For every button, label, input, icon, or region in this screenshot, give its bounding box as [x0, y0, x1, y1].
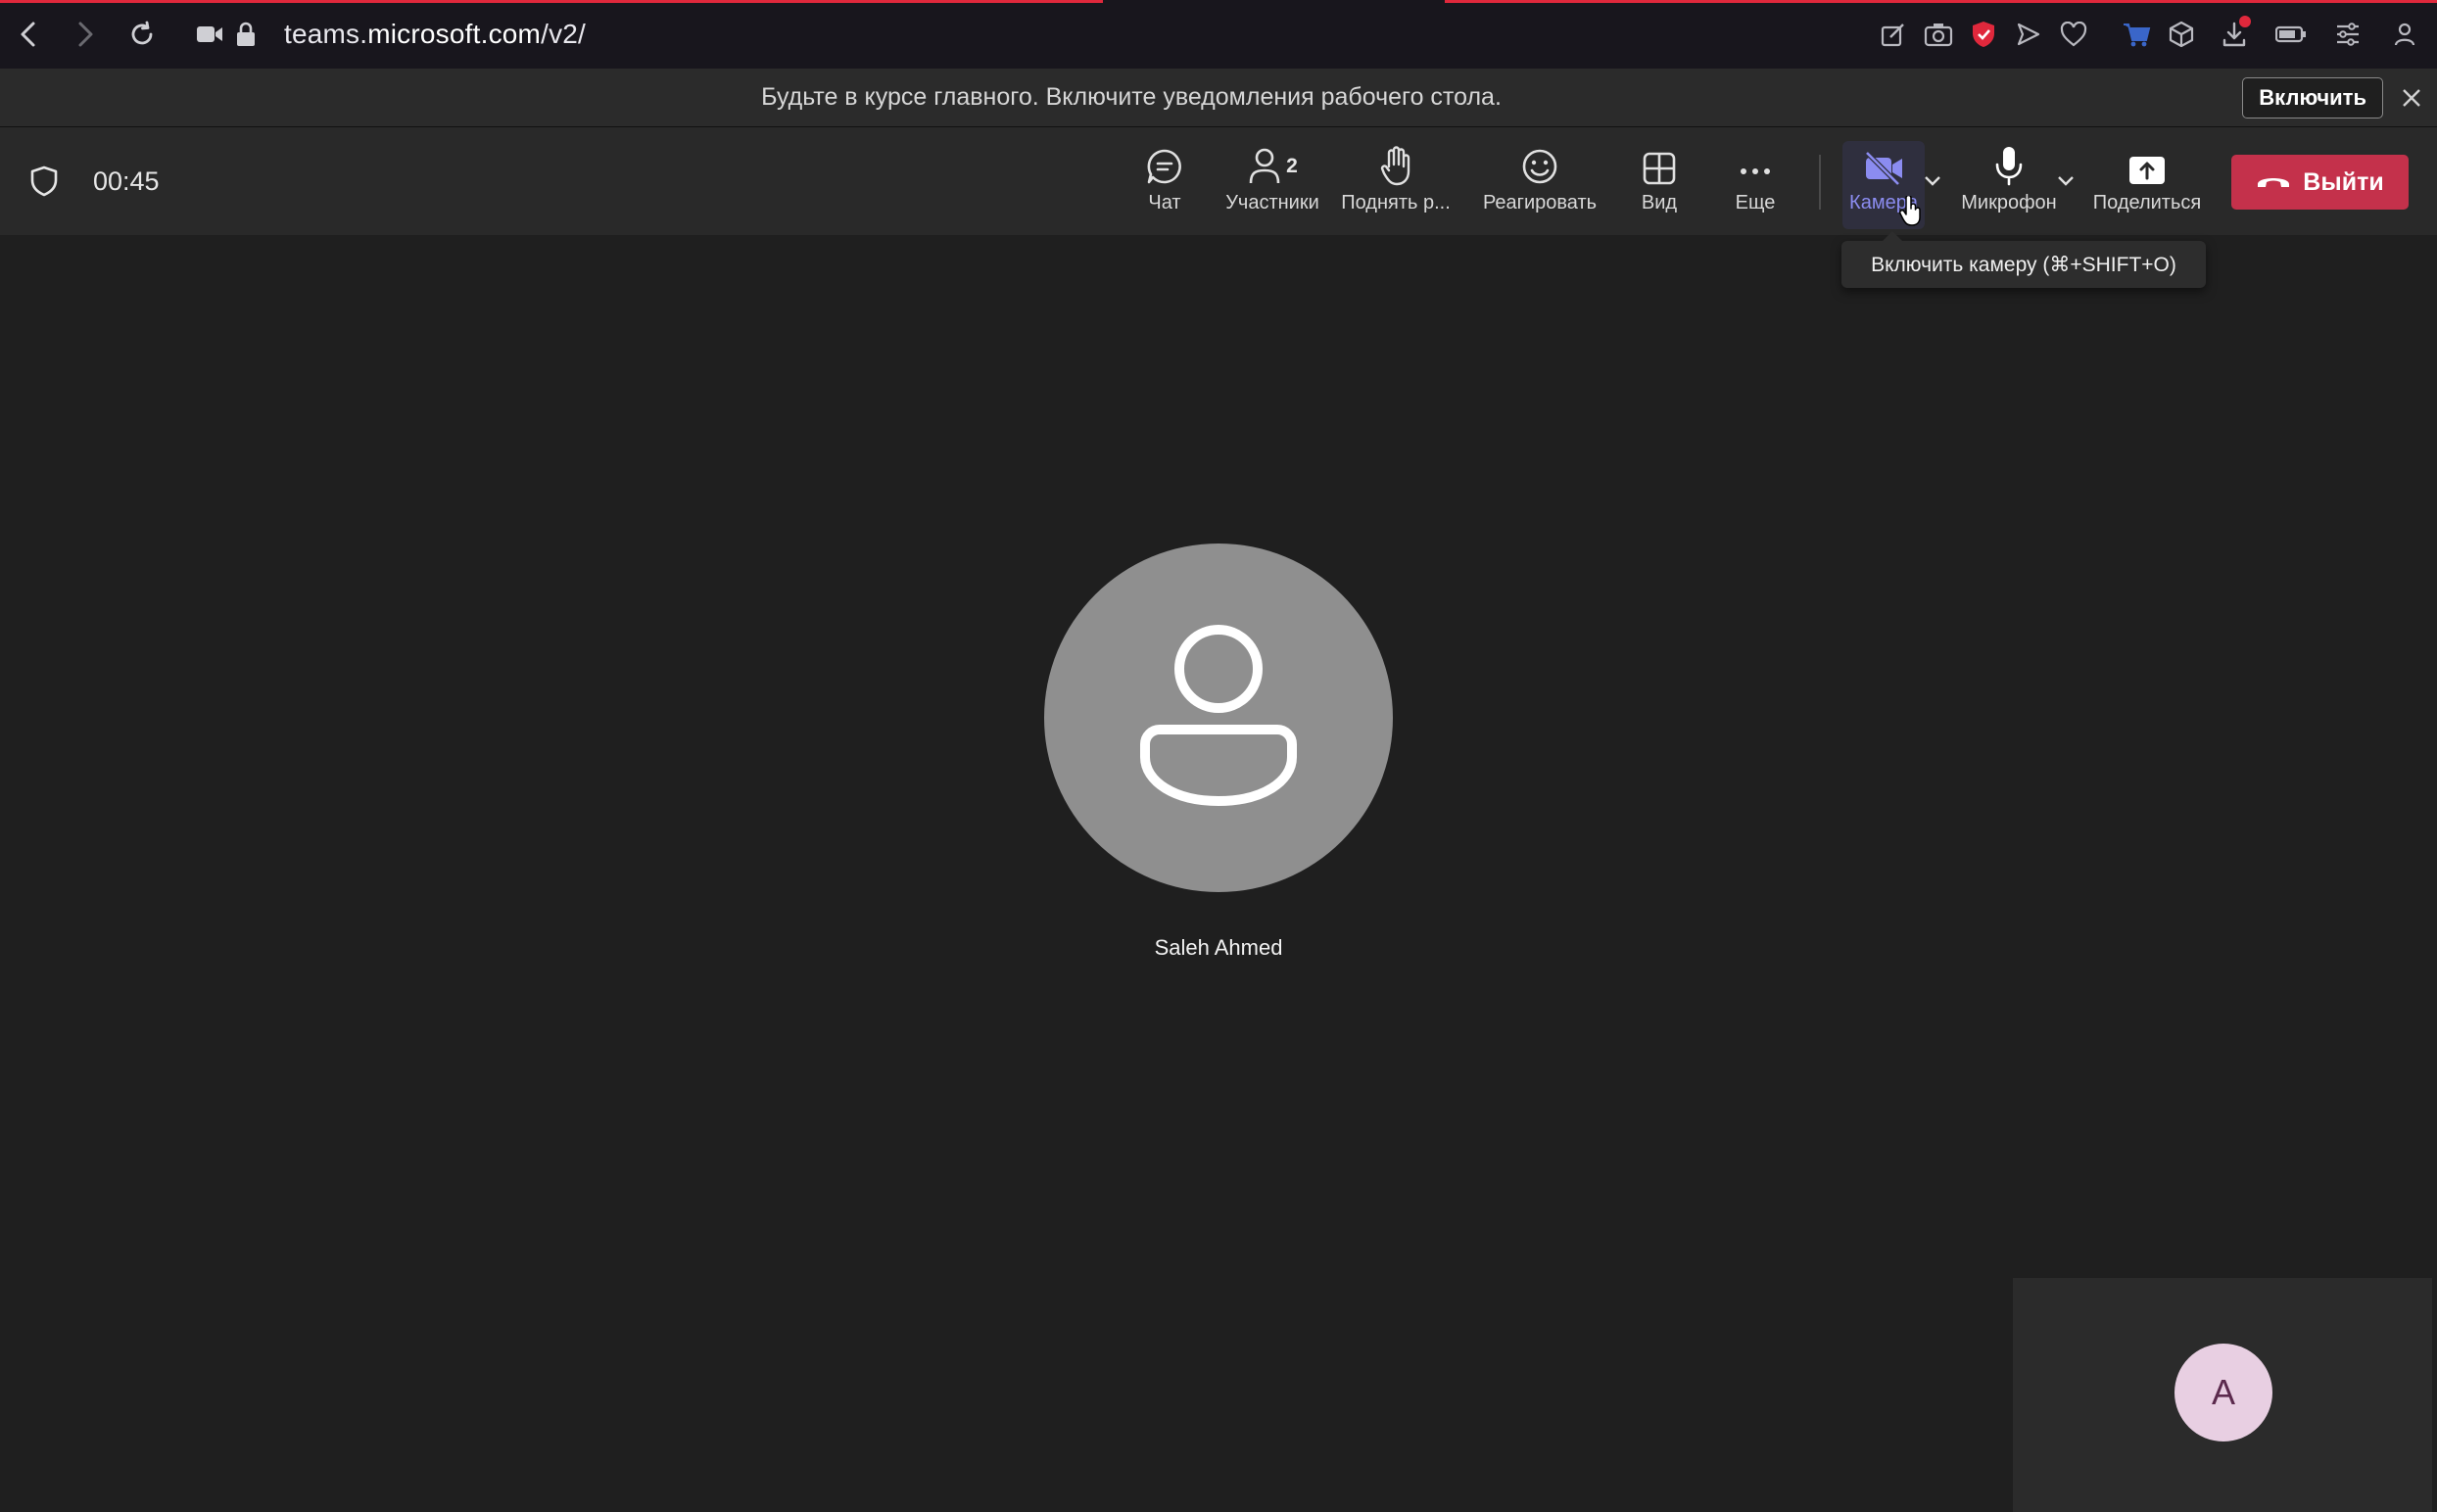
raise-hand-button[interactable]: Поднять р...	[1338, 141, 1454, 223]
share-label: Поделиться	[2092, 192, 2202, 213]
share-screen-icon	[2129, 157, 2165, 184]
participant-avatar	[1044, 543, 1393, 892]
forward-button[interactable]	[57, 0, 114, 69]
participants-button[interactable]: 2 Участники	[1220, 141, 1324, 223]
notification-banner: Будьте в курсе главного. Включите уведом…	[0, 69, 2437, 127]
chat-bubble-icon	[1147, 149, 1181, 184]
toolbar-divider	[1819, 155, 1821, 210]
url-text[interactable]: teams.microsoft.com/v2/	[284, 19, 586, 50]
raise-hand-label: Поднять р...	[1341, 192, 1451, 213]
leave-button[interactable]: Выйти	[2231, 155, 2409, 210]
lock-icon	[237, 22, 255, 46]
extensions-button[interactable]	[2159, 12, 2204, 57]
url-subdomain: teams.	[284, 19, 368, 49]
camera-options-button[interactable]	[1924, 174, 1941, 192]
favorites-button[interactable]	[2051, 12, 2096, 57]
meeting-timer: 00:45	[93, 166, 160, 196]
address-bar[interactable]: teams.microsoft.com/v2/	[196, 19, 586, 50]
heart-icon	[2060, 22, 2087, 47]
edit-snapshot-button[interactable]	[1871, 12, 1916, 57]
banner-message: Будьте в курсе главного. Включите уведом…	[761, 83, 1502, 111]
react-label: Реагировать	[1482, 192, 1598, 213]
notification-dot	[2239, 16, 2251, 27]
self-avatar: A	[2174, 1344, 2272, 1441]
sliders-icon	[2337, 23, 2359, 46]
chat-button[interactable]: Чат	[1139, 141, 1190, 223]
view-label: Вид	[1641, 192, 1678, 213]
chevron-left-icon	[21, 22, 35, 47]
hand-pointer-icon	[1899, 194, 1921, 226]
more-button[interactable]: Еще	[1730, 141, 1781, 223]
chevron-down-icon	[2058, 176, 2074, 186]
chat-label: Чат	[1148, 192, 1181, 213]
tooltip-arrow	[1883, 231, 1902, 241]
shield-icon	[30, 165, 58, 197]
participant-name: Saleh Ahmed	[1154, 935, 1283, 960]
banner-close-button[interactable]	[2396, 82, 2427, 114]
user-icon	[2394, 23, 2415, 46]
chevron-down-icon	[1925, 176, 1940, 186]
screenshot-button[interactable]	[1916, 12, 1961, 57]
participant-count: 2	[1286, 155, 1298, 177]
phone-hangup-icon	[2258, 178, 2290, 187]
chevron-right-icon	[78, 22, 93, 47]
downloads-button[interactable]	[2212, 12, 2257, 57]
more-label: Еще	[1735, 192, 1776, 213]
easy-setup-button[interactable]	[2325, 12, 2370, 57]
send-button[interactable]	[2006, 12, 2051, 57]
pointer-cursor	[1898, 194, 1924, 232]
share-button[interactable]: Поделиться	[2089, 141, 2205, 223]
url-domain: microsoft.com	[367, 19, 542, 49]
paper-plane-icon	[2017, 23, 2040, 46]
cart-icon	[2124, 24, 2151, 47]
view-button[interactable]: Вид	[1634, 141, 1685, 223]
reload-icon	[131, 21, 153, 45]
camera-tooltip: Включить камеру (⌘+SHIFT+O)	[1841, 231, 2206, 288]
microphone-options-button[interactable]	[2057, 174, 2075, 192]
camera-icon	[1924, 24, 1953, 47]
shopping-button[interactable]	[2114, 12, 2159, 57]
camera-in-use-icon	[197, 26, 222, 42]
camera-off-icon	[1865, 151, 1902, 186]
browser-extensions	[1871, 0, 2427, 69]
react-button[interactable]: Реагировать	[1478, 141, 1601, 223]
battery-icon	[2275, 25, 2306, 43]
hand-icon	[1380, 146, 1410, 186]
self-view-tile[interactable]: A	[2013, 1278, 2432, 1512]
grid-icon	[1643, 152, 1676, 185]
reload-button[interactable]	[114, 0, 170, 69]
enable-notifications-button[interactable]: Включить	[2242, 77, 2383, 118]
back-button[interactable]	[0, 0, 57, 69]
browser-toolbar: teams.microsoft.com/v2/	[0, 0, 2437, 69]
meeting-toolbar: 00:45 Чат 2 Участники Поднять р... Реаги…	[0, 127, 2437, 235]
people-icon	[1249, 148, 1280, 184]
meeting-info-button[interactable]	[27, 165, 61, 203]
more-dots-icon	[1741, 168, 1770, 174]
person-placeholder-icon	[1140, 625, 1297, 807]
microphone-button[interactable]: Микрофон	[1954, 141, 2064, 223]
participants-label: Участники	[1225, 192, 1319, 213]
profile-button[interactable]	[2382, 12, 2427, 57]
url-path: /v2/	[541, 19, 587, 49]
shield-check-icon	[1973, 22, 1994, 47]
loading-indicator	[0, 0, 1103, 3]
close-icon	[2403, 89, 2420, 107]
smiley-icon	[1522, 149, 1557, 184]
tooltip-text: Включить камеру (⌘+SHIFT+O)	[1871, 253, 2176, 276]
microphone-icon	[1995, 147, 2023, 186]
pen-box-icon	[1881, 24, 1904, 47]
cube-icon	[2169, 21, 2194, 48]
leave-label: Выйти	[2303, 167, 2384, 196]
adblock-button[interactable]	[1961, 12, 2006, 57]
microphone-label: Микрофон	[1961, 192, 2057, 213]
battery-saver-button[interactable]	[2269, 12, 2314, 57]
